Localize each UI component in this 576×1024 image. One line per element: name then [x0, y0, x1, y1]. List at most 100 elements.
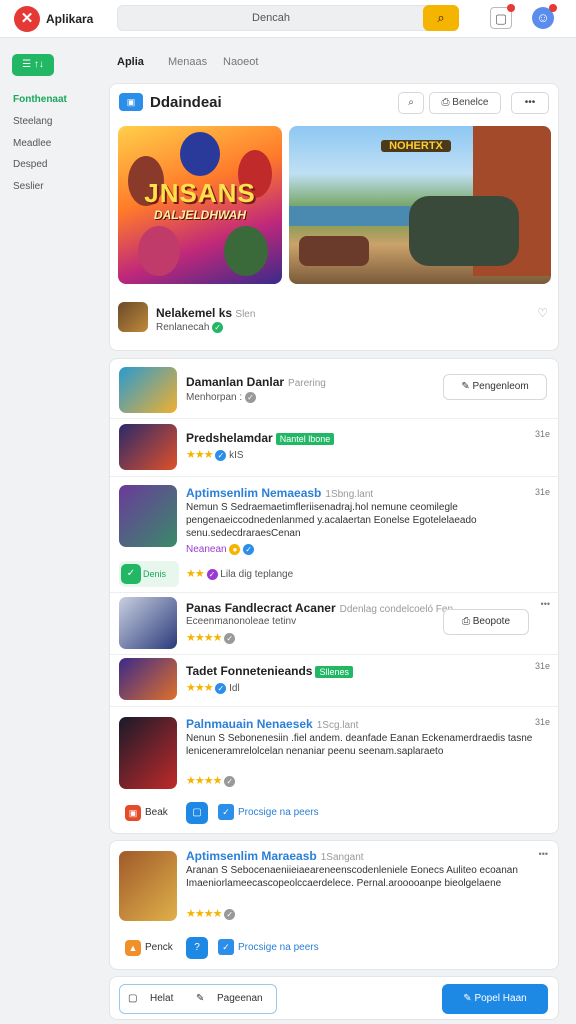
search-bar[interactable]: Dencah ⌕ [117, 5, 459, 31]
app-name-text: Damanlan Danlar [186, 375, 285, 389]
featured-app-sub-text: Renlanecah [156, 322, 210, 334]
list-item[interactable]: Tadet Fonnetenieands Sllenes ★★★ ✓ Idl 31… [110, 655, 560, 707]
verified-icon: ✓ [244, 392, 256, 403]
app-list-card: Damanlan Danlar Parering Menhorpan : ✓ ✎ … [109, 358, 560, 835]
app-icon [119, 485, 177, 547]
notification-dot [507, 4, 515, 12]
list-item[interactable]: Predshelamdar Nantel lbone ★★★ ✓ kIS 31e [110, 419, 560, 477]
list-item[interactable]: Palnmauain Nenaesek 1Scg.lant Nenun S Seb… [110, 707, 560, 835]
list-item[interactable]: Damanlan Danlar Parering Menhorpan : ✓ ✎ … [110, 359, 560, 419]
action-label[interactable]: Procsige na peers [238, 942, 319, 953]
app-icon [119, 424, 177, 470]
verified-icon: ✓ [224, 775, 236, 787]
search-icon[interactable]: ⌕ [423, 5, 459, 31]
row-action-primary[interactable]: ✓ Denis [119, 561, 179, 587]
app-name-muted: 1Sbng.lant [325, 489, 374, 500]
more-icon[interactable]: ••• [541, 599, 550, 609]
beak-icon: ▣ [125, 805, 141, 821]
app-logo-icon[interactable]: ✕ [14, 6, 40, 32]
app-rating: ★★★ ✓ kIS [186, 448, 244, 461]
checkbox-icon[interactable]: ✓ [218, 804, 234, 820]
sidebar-item-desped[interactable]: Desped [13, 159, 47, 170]
verified-icon: ✓ [215, 682, 227, 694]
more-icon[interactable]: ••• [539, 849, 548, 859]
tab-naoeot[interactable]: Naoeot [223, 56, 258, 68]
app-description: Nemun S Sedraemaetimfleriisenadraj.hol n… [186, 502, 477, 539]
app-rating: ★★★★ ✓ [186, 631, 236, 644]
app-sub: Menhorpan : ✓ [186, 392, 256, 403]
app-name-text: Predshelamdar [186, 431, 273, 445]
verified-icon: ✓ [212, 322, 224, 333]
app-name: Damanlan Danlar Parering [186, 375, 326, 389]
hero-figure [224, 226, 268, 276]
search-input[interactable]: Dencah [118, 12, 424, 24]
app-name-text: Palnmauain Nenaesek [186, 717, 313, 731]
edit-icon: ✎ [196, 993, 205, 1004]
featured-filter-button[interactable]: ⎙ Benelce [429, 92, 501, 114]
banner-1-title: JNSANS [144, 178, 256, 208]
featured-more-button[interactable]: ••• [511, 92, 549, 114]
sidebar-item-steelang[interactable]: Steelang [13, 116, 52, 127]
app-icon [119, 851, 177, 921]
featured-banner-1[interactable]: JNSANS DALJELDHWAH [118, 126, 282, 284]
action-label[interactable]: Beak [145, 807, 168, 818]
rating-stars: ★★★★ [186, 775, 222, 787]
app-sub: Eceenmanonoleae tetinv [186, 616, 296, 627]
app-rating: ★★★ ✓ Idl [186, 681, 240, 694]
sidebar: ☰ ↑↓ Fonthenaat Steelang Meadlee Desped … [0, 38, 100, 1024]
app-sub-text: Eceenmanonoleae tetinv [186, 616, 297, 627]
hero-figure [180, 132, 220, 176]
app-detail-card[interactable]: Aptimsenlim Maraeasb 1Sangant Aranan S Se… [109, 840, 559, 970]
app-rating: ★★★★ ✓ [186, 774, 236, 787]
app-name: Predshelamdar Nantel lbone [186, 431, 335, 445]
app-name: Palnmauain Nenaesek 1Scg.lant [186, 717, 358, 731]
verified-icon: ✓ [224, 908, 236, 920]
banner-2-title: NOHERTX [381, 140, 451, 152]
app-icon [119, 717, 177, 789]
app-name-text: Panas Fandlecract Acaner [186, 601, 336, 615]
list-item[interactable]: Aptimsenlim Nemaeasb 1Sbng.lant Nemun S S… [110, 477, 560, 593]
bottom-label-1[interactable]: Helat [150, 993, 173, 1004]
sidebar-item-meadlee[interactable]: Meadlee [13, 138, 51, 149]
featured-badge-icon: ▣ [119, 93, 143, 111]
bottom-pill[interactable]: ▢ Helat ✎ Pageenan [119, 984, 277, 1014]
bottom-bar: ▢ Helat ✎ Pageenan ✎ Popel Haan [109, 976, 559, 1020]
featured-search-button[interactable]: ⌕ [398, 92, 424, 114]
row-action-button[interactable]: ⎙ Beopote [443, 609, 529, 635]
featured-app-name-muted: Slen [235, 309, 256, 320]
tab-menaas[interactable]: Menaas [168, 56, 207, 68]
help-icon[interactable]: ? [186, 937, 208, 959]
calendar-icon[interactable]: ▢ [490, 4, 515, 29]
action-label[interactable]: Penck [145, 942, 173, 953]
list-item[interactable]: Panas Fandlecract Acaner Ddenlag condelco… [110, 593, 560, 655]
tab-aplia[interactable]: Aplia [117, 56, 144, 68]
bottom-label-2[interactable]: Pageenan [217, 993, 263, 1004]
app-icon [119, 367, 177, 413]
menu-button[interactable]: ☰ ↑↓ [12, 54, 54, 76]
verified-icon: ✓ [215, 449, 227, 461]
featured-app-icon [118, 302, 148, 332]
app-description: Aranan S Sebocenaeniieiaeareneenscodenle… [186, 865, 518, 889]
featured-banner-2[interactable]: NOHERTX [289, 126, 551, 284]
avatar-icon[interactable]: ☺ [532, 4, 557, 29]
featured-title: Ddaindeai [150, 94, 222, 111]
sidebar-item-fonthenaat[interactable]: Fonthenaat [13, 94, 67, 105]
row-meta: 31e [534, 717, 550, 727]
app-description: Nenun S Sebonenesiin .fiel andem. deanfa… [186, 733, 533, 757]
row-action-button[interactable]: ✎ Pengenleom [443, 374, 547, 400]
checkbox-icon[interactable]: ✓ [218, 939, 234, 955]
row-meta: 31e [534, 429, 550, 439]
app-sub-text: Menhorpan : [186, 392, 243, 404]
coin-icon: ● [229, 544, 241, 555]
featured-app-sub: Renlanecah ✓ [156, 322, 224, 334]
app-name-muted: Ddenlag condelcoeló Fen [339, 604, 454, 615]
lock-icon[interactable]: ▢ [186, 802, 208, 824]
primary-cta-button[interactable]: ✎ Popel Haan [442, 984, 548, 1014]
badge-icon: ✓ [206, 568, 218, 580]
heart-icon[interactable]: ♡ [537, 306, 548, 320]
action-label[interactable]: Procsige na peers [238, 807, 319, 818]
row-meta: 31e [534, 661, 550, 671]
rating-stars: ★★★★ [186, 632, 222, 644]
sidebar-item-seslier[interactable]: Seslier [13, 181, 44, 192]
fire-icon: ▲ [125, 940, 141, 956]
